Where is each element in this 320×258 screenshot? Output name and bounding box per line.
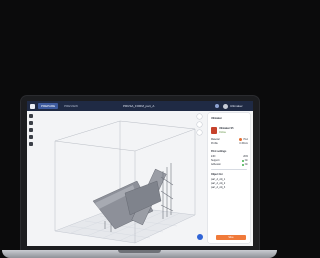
user-name: Ultimaker [230, 104, 243, 108]
laptop-notch [118, 250, 161, 253]
setting-row-material[interactable]: Material PLA [211, 138, 248, 141]
printer-status: Online [219, 131, 226, 134]
slice-button[interactable]: Slice [216, 235, 246, 240]
object-name: part_A_obj_1 [211, 178, 226, 181]
setting-row-infill[interactable]: Infill 20% [211, 155, 248, 158]
view-controls [197, 114, 202, 135]
setting-row-adhesion[interactable]: Adhesion On [211, 163, 248, 166]
app-screen: PREPARE PREVIEW PRUSA_FORM_part_A Ultima… [27, 101, 253, 246]
setting-label: Support [211, 159, 220, 162]
printer-name[interactable]: Ultimaker S5 [219, 127, 233, 130]
tool-sidebar [28, 114, 34, 146]
move-icon[interactable] [29, 114, 33, 118]
setting-value: PLA [243, 138, 248, 141]
app-logo-icon[interactable] [30, 103, 35, 109]
rotate-icon[interactable] [29, 128, 33, 132]
printer-icon [211, 127, 217, 134]
setting-label: Material [211, 138, 220, 141]
tab-preview[interactable]: PREVIEW [61, 103, 81, 109]
material-color-icon [239, 138, 243, 141]
setting-label: Adhesion [211, 163, 221, 166]
support-icon[interactable] [29, 142, 33, 146]
object-list-toggle-icon[interactable] [197, 234, 203, 240]
top-bar: PREPARE PREVIEW PRUSA_FORM_part_A Ultima… [27, 101, 253, 111]
setting-value: On [244, 163, 248, 166]
print-settings-panel: Ultimaker Ultimaker S5 Online Material P… [208, 113, 250, 243]
object-name: part_A_obj_3 [211, 186, 226, 189]
panel-header: Ultimaker [211, 117, 222, 120]
project-title: PRUSA_FORM_part_A [123, 104, 155, 108]
object-list-title: Object list [211, 173, 223, 176]
settings-section-title: Print settings [211, 150, 227, 153]
view-front-icon[interactable] [197, 122, 202, 127]
list-item[interactable]: part_A_obj_3 [211, 186, 248, 189]
setting-value: 20% [243, 155, 248, 158]
tab-prepare[interactable]: PREPARE [38, 103, 59, 109]
setting-value: On [244, 159, 248, 162]
view-3d-icon[interactable] [197, 114, 202, 119]
support-toggle-icon[interactable] [241, 159, 244, 162]
build-volume [54, 120, 196, 244]
list-item[interactable]: part_A_obj_1 [211, 178, 248, 181]
setting-label: Profile [211, 142, 218, 145]
list-item[interactable]: part_A_obj_2 [211, 182, 248, 185]
setting-label: Infill [211, 155, 216, 158]
view-top-icon[interactable] [197, 130, 202, 135]
setting-row-profile[interactable]: Profile 0.15mm [211, 142, 248, 145]
scale-icon[interactable] [29, 121, 33, 125]
setting-value: 0.15mm [239, 142, 248, 145]
marketplace-icon[interactable] [215, 104, 219, 108]
adhesion-toggle-icon[interactable] [241, 163, 244, 166]
setting-row-support[interactable]: Support On [211, 159, 248, 162]
mirror-icon[interactable] [29, 135, 33, 139]
object-name: part_A_obj_2 [211, 182, 226, 185]
3d-viewport[interactable] [35, 111, 203, 246]
divider [211, 169, 247, 171]
avatar [223, 103, 228, 109]
account-button[interactable]: Ultimaker [223, 103, 251, 109]
